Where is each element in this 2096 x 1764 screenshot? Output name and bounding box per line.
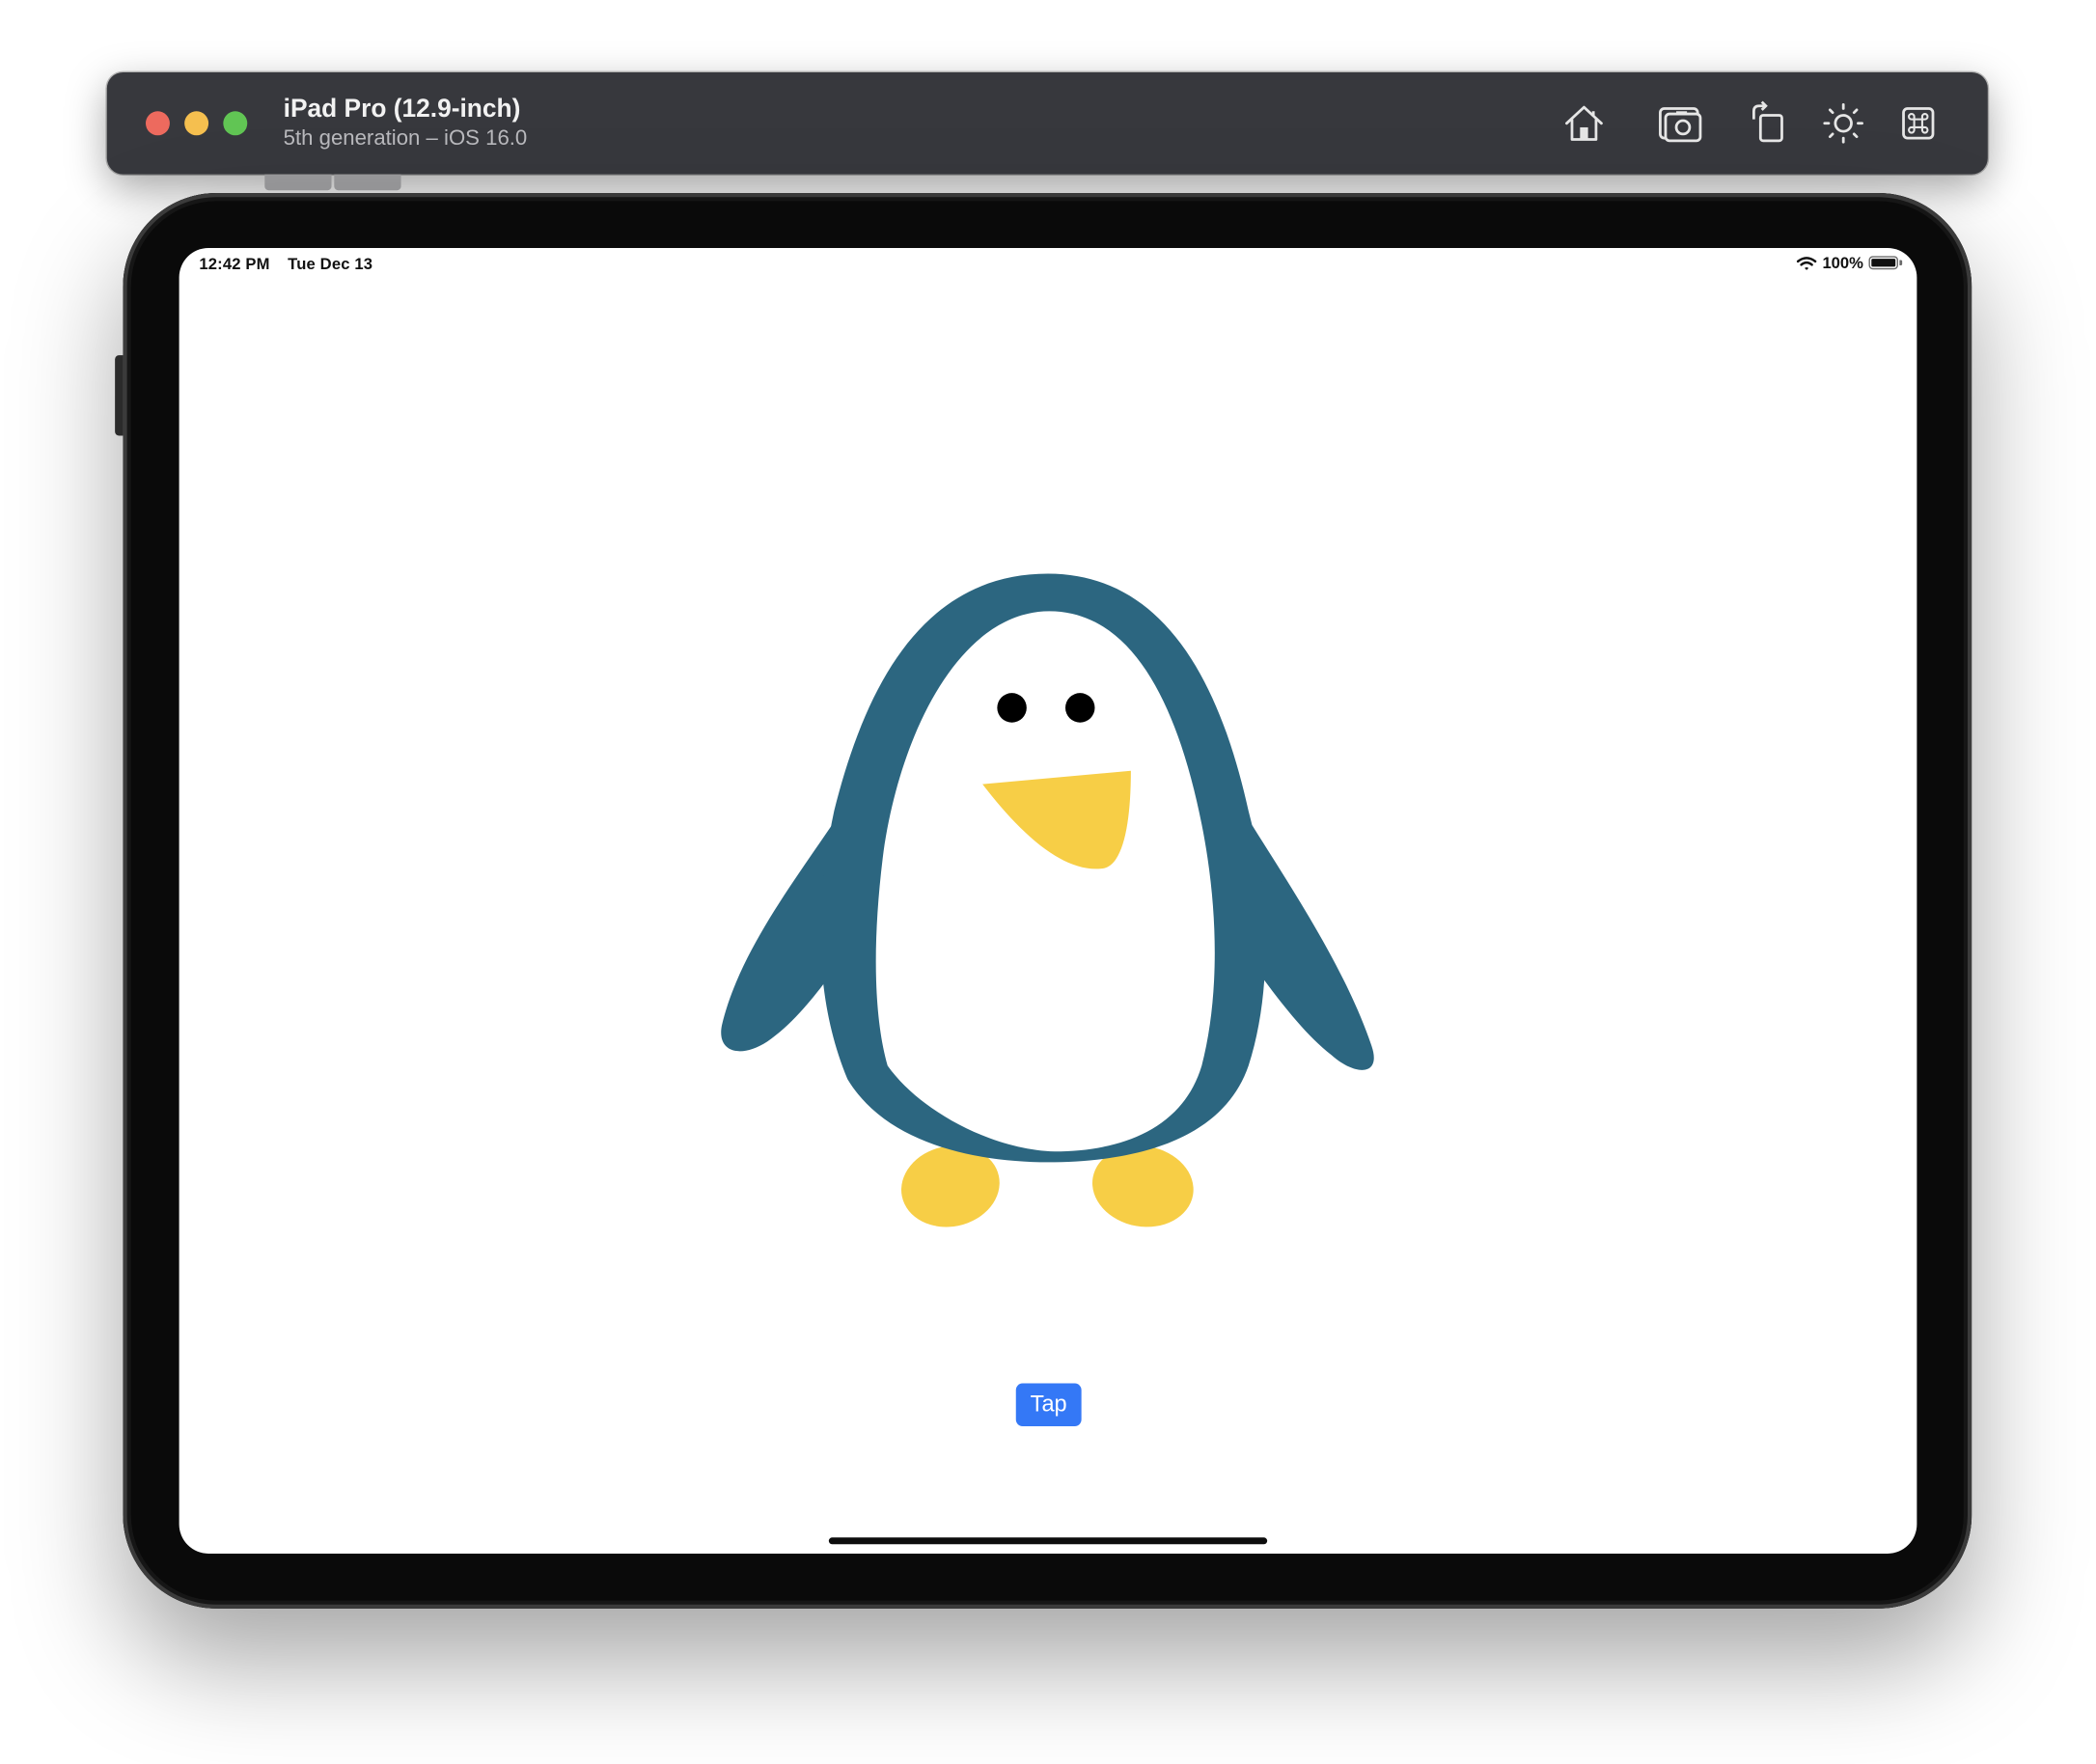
simulator-toolbar: iPad Pro (12.9-inch) 5th generation – iO… xyxy=(106,72,1988,175)
appearance-icon xyxy=(1823,102,1863,144)
home-icon xyxy=(1565,105,1603,141)
home-button[interactable] xyxy=(1561,100,1607,146)
zoom-window-button[interactable] xyxy=(223,111,248,136)
penguin-left-eye xyxy=(997,693,1027,723)
command-icon xyxy=(1902,107,1935,140)
appearance-button[interactable] xyxy=(1821,100,1866,146)
tap-button[interactable]: Tap xyxy=(1015,1383,1082,1427)
rotate-button[interactable] xyxy=(1746,100,1791,146)
keyboard-shortcut-button[interactable] xyxy=(1895,100,1941,146)
device-side-button[interactable] xyxy=(115,355,124,436)
penguin-right-eye xyxy=(1065,693,1095,723)
screenshot-button[interactable] xyxy=(1658,100,1703,146)
close-window-button[interactable] xyxy=(145,111,170,136)
rotate-icon xyxy=(1751,100,1783,143)
screenshot-icon xyxy=(1659,107,1702,143)
penguin-illustration xyxy=(721,573,1374,1227)
ipad-screen: 12:42 PM Tue Dec 13 100% Tap xyxy=(179,247,1917,1554)
device-subtitle: 5th generation – iOS 16.0 xyxy=(283,126,528,151)
toolbar-handle xyxy=(264,174,332,191)
toolbar-handle xyxy=(334,174,401,191)
simulator-stage: iPad Pro (12.9-inch) 5th generation – iO… xyxy=(0,0,2096,1764)
home-indicator[interactable] xyxy=(828,1537,1268,1545)
device-name: iPad Pro (12.9-inch) xyxy=(283,95,521,124)
minimize-window-button[interactable] xyxy=(184,111,209,136)
